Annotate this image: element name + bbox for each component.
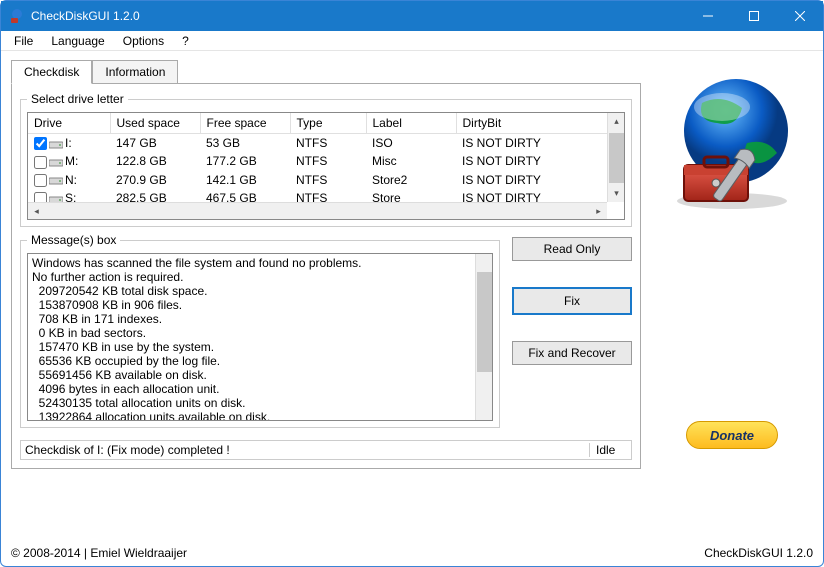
tab-panel-checkdisk: Select drive letter Drive Used space Fre… [11,83,641,469]
scroll-thumb[interactable] [609,133,624,183]
cell-dirty: IS NOT DIRTY [456,171,624,189]
message-line: 65536 KB occupied by the log file. [32,354,488,368]
col-dirty[interactable]: DirtyBit [456,113,624,134]
cell-label: Misc [366,152,456,170]
message-line: 0 KB in bad sectors. [32,326,488,340]
message-line: 4096 bytes in each allocation unit. [32,382,488,396]
footer: © 2008-2014 | Emiel Wieldraaijer CheckDi… [11,546,813,560]
fix-recover-button[interactable]: Fix and Recover [512,341,632,365]
tab-strip: Checkdisk Information [11,59,641,83]
col-used[interactable]: Used space [110,113,200,134]
drive-vscroll[interactable]: ▴ ▾ [607,113,624,202]
drive-letter: M: [65,154,78,168]
tab-checkdisk[interactable]: Checkdisk [11,60,92,84]
message-line: 13922864 allocation units available on d… [32,410,488,421]
table-row[interactable]: M: 122.8 GB177.2 GBNTFSMiscIS NOT DIRTY [28,152,624,170]
cell-free: 53 GB [200,134,290,153]
message-line: 55691456 KB available on disk. [32,368,488,382]
drive-hscroll[interactable]: ◂ ▸ [28,202,607,219]
scroll-left-icon[interactable]: ◂ [28,203,45,220]
cell-free: 177.2 GB [200,152,290,170]
cell-used: 147 GB [110,134,200,153]
scroll-up-icon[interactable]: ▴ [608,113,625,130]
minimize-button[interactable] [685,1,731,31]
fix-button[interactable]: Fix [512,287,632,315]
cell-label: Store2 [366,171,456,189]
menu-help[interactable]: ? [175,33,196,49]
col-drive[interactable]: Drive [28,113,110,134]
scroll-down-icon[interactable]: ▾ [608,185,625,202]
cell-type: NTFS [290,171,366,189]
app-icon [9,8,25,24]
cell-dirty: IS NOT DIRTY [456,152,624,170]
table-row[interactable]: N: 270.9 GB142.1 GBNTFSStore2IS NOT DIRTY [28,171,624,189]
col-label[interactable]: Label [366,113,456,134]
titlebar: CheckDiskGUI 1.2.0 [1,1,823,31]
message-line: No further action is required. [32,270,488,284]
cell-used: 270.9 GB [110,171,200,189]
cell-dirty: IS NOT DIRTY [456,134,624,153]
menu-language[interactable]: Language [44,33,111,49]
col-free[interactable]: Free space [200,113,290,134]
col-type[interactable]: Type [290,113,366,134]
status-bar: Checkdisk of I: (Fix mode) completed ! I… [20,440,632,460]
message-line: Windows has scanned the file system and … [32,256,488,270]
drive-fieldset: Select drive letter Drive Used space Fre… [20,92,632,227]
drive-icon [49,175,63,185]
drive-checkbox[interactable] [34,174,47,187]
drive-legend: Select drive letter [27,92,128,106]
drive-icon [49,139,63,149]
copyright: © 2008-2014 | Emiel Wieldraaijer [11,546,704,560]
message-legend: Message(s) box [27,233,120,247]
readonly-button[interactable]: Read Only [512,237,632,261]
table-row[interactable]: I: 147 GB53 GBNTFSISOIS NOT DIRTY [28,134,624,153]
menu-file[interactable]: File [7,33,40,49]
status-text: Checkdisk of I: (Fix mode) completed ! [25,443,589,457]
window-title: CheckDiskGUI 1.2.0 [31,9,685,23]
donate-button[interactable]: Donate [686,421,778,449]
message-vscroll[interactable] [475,254,492,420]
message-scroll-thumb[interactable] [477,272,492,372]
scroll-right-icon[interactable]: ▸ [590,203,607,220]
drive-checkbox[interactable] [34,137,47,150]
message-line: 153870908 KB in 906 files. [32,298,488,312]
footer-version: CheckDiskGUI 1.2.0 [704,546,813,560]
cell-used: 122.8 GB [110,152,200,170]
message-fieldset: Message(s) box Windows has scanned the f… [20,233,500,428]
message-line: 209720542 KB total disk space. [32,284,488,298]
drive-icon [49,157,63,167]
maximize-button[interactable] [731,1,777,31]
drive-checkbox[interactable] [34,156,47,169]
globe-toolbox-icon [662,73,802,216]
menubar: File Language Options ? [1,31,823,51]
cell-label: ISO [366,134,456,153]
status-idle: Idle [589,443,627,457]
cell-free: 142.1 GB [200,171,290,189]
message-line: 52430135 total allocation units on disk. [32,396,488,410]
message-box[interactable]: Windows has scanned the file system and … [27,253,493,421]
tab-information[interactable]: Information [92,60,178,84]
drive-letter: N: [65,173,77,187]
action-column: Read Only Fix Fix and Recover [512,233,632,434]
cell-type: NTFS [290,134,366,153]
drive-table: Drive Used space Free space Type Label D… [28,113,624,207]
close-button[interactable] [777,1,823,31]
drive-letter: I: [65,136,72,150]
message-line: 708 KB in 171 indexes. [32,312,488,326]
cell-type: NTFS [290,152,366,170]
drive-table-wrap: Drive Used space Free space Type Label D… [27,112,625,220]
menu-options[interactable]: Options [116,33,171,49]
message-line: 157470 KB in use by the system. [32,340,488,354]
